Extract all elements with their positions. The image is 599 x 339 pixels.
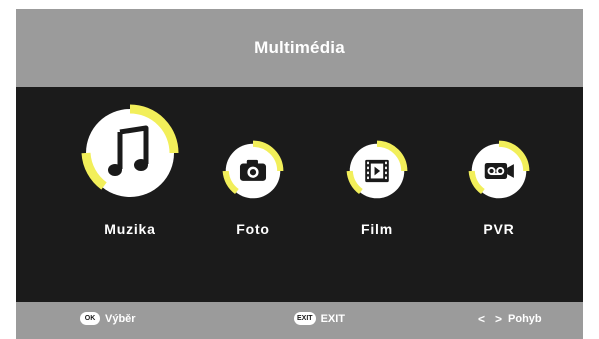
chevron-left-icon: < — [478, 312, 486, 326]
menu-item-label: PVR — [483, 221, 515, 237]
hint-move-label: Pohyb — [508, 313, 542, 325]
ok-key-icon: OK — [80, 312, 100, 325]
menu-item-label: Film — [361, 221, 393, 237]
hint-select: OK Výběr — [80, 312, 136, 325]
exit-key-icon: EXIT — [294, 312, 316, 325]
hint-exit: EXIT EXIT — [294, 312, 345, 325]
menu-item-film[interactable]: Film — [317, 140, 437, 243]
page-title: Multimédia — [254, 38, 345, 57]
hint-exit-label: EXIT — [320, 312, 346, 325]
menu-item-pvr[interactable]: PVR — [439, 140, 559, 243]
footer-hint-bar: OK Výběr EXIT EXIT < > Pohyb — [16, 302, 583, 339]
menu-item-label: Muzika — [104, 221, 156, 237]
hint-move: < > Pohyb — [478, 312, 542, 326]
camera-icon — [222, 140, 284, 199]
title-bar: Multimédia — [16, 9, 583, 87]
music-note-icon — [81, 104, 179, 197]
record-icon — [468, 140, 530, 199]
menu-item-muzika[interactable]: Muzika — [70, 103, 190, 243]
media-menu: Muzika Foto Film PVR — [16, 87, 583, 302]
chevron-right-icon: > — [495, 312, 503, 326]
film-icon — [346, 140, 408, 199]
menu-item-label: Foto — [236, 221, 270, 237]
hint-select-label: Výběr — [105, 312, 136, 325]
menu-item-foto[interactable]: Foto — [193, 140, 313, 243]
tv-screen: Multimédia Muzika Foto Film PVR OK Výběr… — [16, 9, 583, 339]
